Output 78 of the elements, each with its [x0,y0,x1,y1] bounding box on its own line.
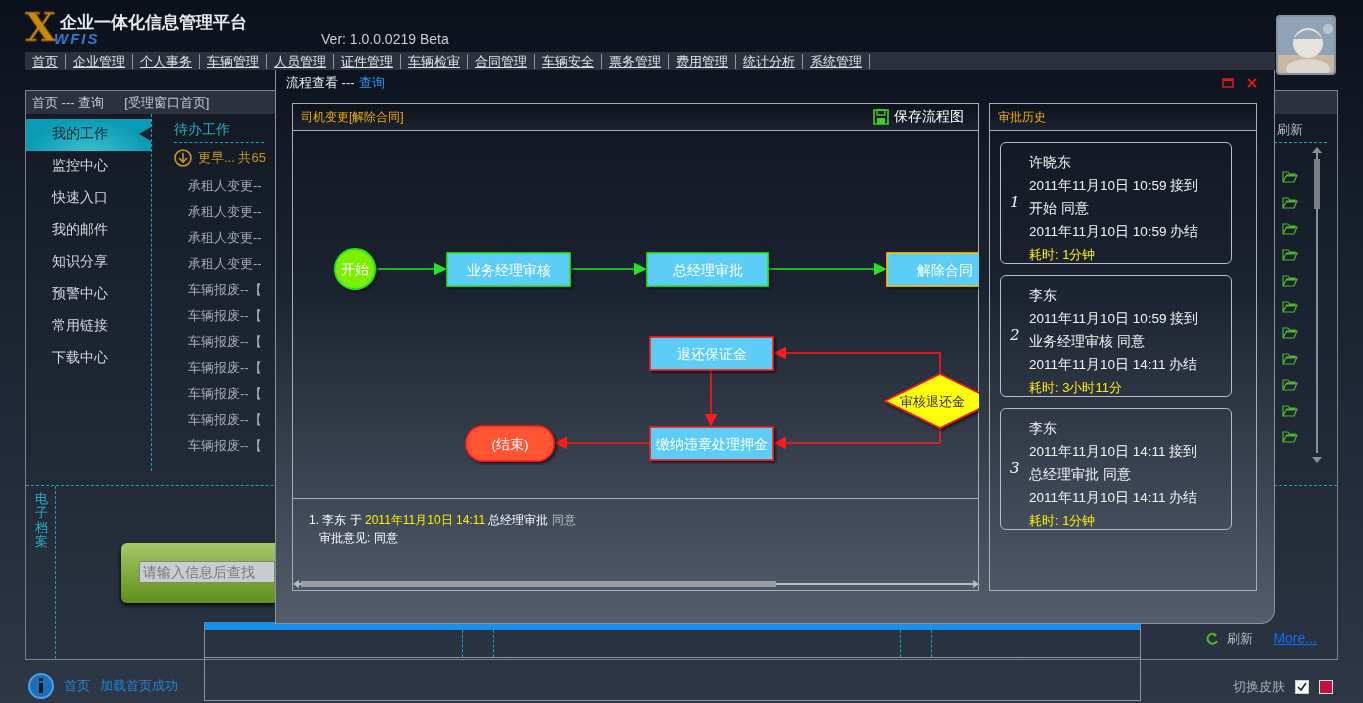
menu-item[interactable]: 合同管理 [468,53,535,69]
step-result: 业务经理审核 同意 [1029,333,1146,351]
sidebar-item[interactable]: 快速入口 [26,183,151,215]
section-title: 电子档案 [35,492,48,550]
sidebar-item[interactable]: 常用链接 [26,311,151,343]
menu-item[interactable]: 证件管理 [334,53,401,69]
panel-title: 审批历史 [990,104,1256,131]
step-result: 总经理审批 同意 [1029,466,1132,484]
approver-name: 李东 [1029,287,1058,305]
menu-item[interactable]: 车辆管理 [200,53,267,69]
duration-text: 耗时: 1分钟 [1029,246,1097,264]
folder-icon[interactable] [1282,221,1298,237]
sidebar-item[interactable]: 我的工作 [26,119,151,151]
step-number: 1 [1010,192,1020,213]
refresh-icon[interactable] [1206,632,1220,645]
folder-icon[interactable] [1282,403,1298,419]
folder-icon[interactable] [1282,299,1298,315]
approver-name: 李东 [1029,420,1058,438]
duration-text: 耗时: 1分钟 [1029,512,1097,530]
maximize-icon[interactable] [1222,77,1234,89]
sidebar-item[interactable]: 我的邮件 [26,215,151,247]
skin-swatch[interactable] [1319,679,1333,694]
page-title: [受理窗口首页] [124,93,210,112]
sidebar-item[interactable]: 下载中心 [26,343,151,375]
menu-item[interactable]: 车辆安全 [535,53,602,69]
menu-item[interactable]: 首页 [25,53,66,69]
finished-text: 2011年11月10日 10:59 办结 [1029,223,1200,241]
duration-text: 耗时: 3小时11分 [1029,379,1123,397]
folder-icon[interactable] [1282,351,1298,367]
finished-text: 2011年11月10日 14:11 办结 [1029,489,1199,507]
folder-icon[interactable] [1282,273,1298,289]
info-icon [28,673,54,699]
folder-icon[interactable] [1282,377,1298,393]
more-link[interactable]: 更早... 共65 [198,148,266,168]
sidebar-item[interactable]: 预警中心 [26,279,151,311]
menu-item[interactable]: 统计分析 [736,53,803,69]
scrollbar[interactable] [1311,147,1323,463]
close-icon[interactable] [1246,77,1258,89]
folder-icon[interactable] [1282,325,1298,341]
flow-node[interactable]: 审核退还金 [883,373,979,429]
connector-arrow [704,369,718,427]
sidebar-item[interactable]: 监控中心 [26,151,151,183]
skin-checkbox[interactable] [1295,679,1309,694]
section-title: 待办工作 [174,118,264,143]
dialog-title: 流程查看 --- [286,74,355,93]
received-text: 2011年11月10日 14:11 接到 [1029,443,1199,461]
comment-text: 审批意见: 同意 [318,530,399,547]
received-text: 2011年11月10日 10:59 接到 [1029,177,1200,195]
version-text: Ver: 1.0.0.0219 Beta [321,30,449,49]
save-icon [873,109,889,125]
step-result: 开始 同意 [1029,200,1090,218]
received-text: 2011年11月10日 10:59 接到 [1029,310,1200,328]
menu-item[interactable]: 费用管理 [669,53,736,69]
menu-item[interactable]: 系统管理 [803,53,870,69]
scrollbar[interactable] [293,578,979,590]
sidebar-item[interactable]: 知识分享 [26,247,151,279]
search-field[interactable]: 请输入信息后查找 [139,561,275,583]
comment-text: 1. 李东 于 2011年11月10日 14:11 总经理审批 同意 [309,512,577,529]
query-link[interactable]: 查询 [358,73,385,93]
menu-item[interactable]: 车辆检审 [401,53,468,69]
menu-item[interactable]: 个人事务 [133,53,200,69]
finished-text: 2011年11月10日 14:11 办结 [1029,356,1199,374]
folder-icon[interactable] [1282,429,1298,445]
folder-icon[interactable] [1282,247,1298,263]
menu-item[interactable]: 票务管理 [602,53,669,69]
breadcrumb-text: 首页 --- 查询 [32,93,105,112]
save-button[interactable]: 保存流程图 [867,106,970,128]
menu-item[interactable]: 企业管理 [66,53,133,69]
folder-icon[interactable] [1282,169,1298,185]
panel-title: 司机变更[解除合同] [301,109,404,126]
skin-label: 切换皮肤 [1233,678,1285,696]
status-message: 加载首页成功 [100,677,178,696]
menu-item[interactable]: 人员管理 [267,53,334,69]
refresh-link[interactable]: 刷新 [1227,628,1254,649]
approver-name: 许晓东 [1029,154,1072,172]
folder-icon[interactable] [1282,195,1298,211]
step-number: 3 [1010,458,1020,479]
step-number: 2 [1010,325,1020,346]
